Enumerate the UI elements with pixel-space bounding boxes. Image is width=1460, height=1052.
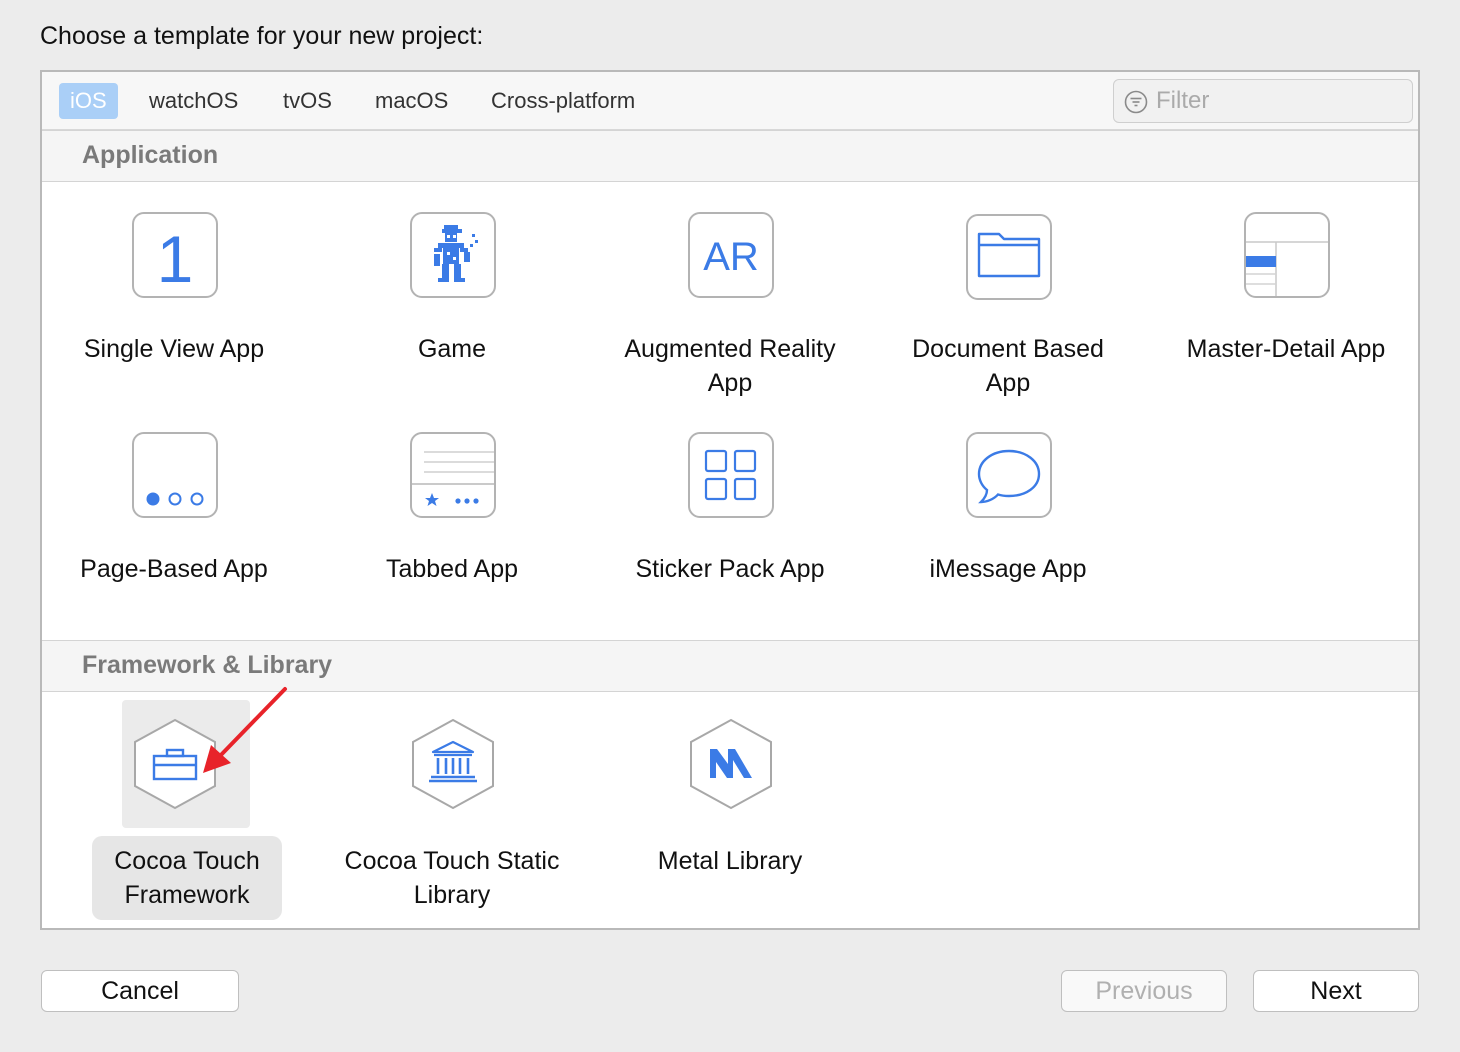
library-building-icon [410, 718, 496, 810]
cancel-button[interactable]: Cancel [41, 970, 239, 1012]
master-detail-icon [1244, 212, 1330, 298]
speech-bubble-icon [966, 432, 1052, 518]
template-single-view-app[interactable]: 1 Single View App [54, 212, 294, 412]
filter-icon [1124, 90, 1148, 114]
template-label: Tabbed App [385, 555, 519, 583]
template-label: Page-Based App [80, 555, 268, 583]
template-label: Sticker Pack App [635, 555, 825, 583]
previous-button[interactable]: Previous [1061, 970, 1227, 1012]
metal-icon [688, 718, 774, 810]
template-label: Game [417, 335, 487, 363]
tab-macos[interactable]: macOS [364, 83, 459, 119]
page-dots-icon [132, 432, 218, 518]
template-label: Master-Detail App [1186, 335, 1386, 363]
template-chooser-panel: iOS watchOS tvOS macOS Cross-platform Ap… [40, 70, 1420, 930]
single-view-app-icon: 1 [132, 212, 218, 298]
template-tabbed-app[interactable]: Tabbed App [332, 432, 572, 632]
dialog-title: Choose a template for your new project: [40, 22, 484, 50]
template-metal-library[interactable]: Metal Library [610, 700, 850, 920]
svg-text:1: 1 [157, 222, 194, 296]
tab-tvos[interactable]: tvOS [272, 83, 343, 119]
template-cocoa-touch-static-library[interactable]: Cocoa Touch Static Library [332, 700, 572, 920]
section-title: Framework & Library [82, 651, 333, 679]
template-label: Single View App [83, 335, 265, 363]
game-icon [410, 212, 496, 298]
sticker-grid-icon [688, 432, 774, 518]
folder-icon [966, 214, 1052, 300]
annotation-arrow-icon [203, 687, 287, 773]
template-label: Document Based App [912, 335, 1104, 397]
tab-cross-platform[interactable]: Cross-platform [480, 83, 646, 119]
template-sticker-pack-app[interactable]: Sticker Pack App [610, 432, 850, 632]
filter-input[interactable] [1156, 84, 1406, 118]
ar-glyph: AR [703, 235, 759, 279]
template-label: Metal Library [657, 847, 803, 875]
section-title: Application [82, 141, 219, 169]
ar-icon: AR [688, 212, 774, 298]
next-button[interactable]: Next [1253, 970, 1419, 1012]
template-game[interactable]: Game [332, 212, 572, 412]
template-augmented-reality-app[interactable]: AR Augmented Reality App [610, 212, 850, 412]
template-label: Augmented Reality App [624, 335, 836, 397]
tab-watchos[interactable]: watchOS [138, 83, 249, 119]
template-page-based-app[interactable]: Page-Based App [54, 432, 294, 632]
template-label: Cocoa Touch Static Library [344, 847, 560, 909]
platform-tab-bar: iOS watchOS tvOS macOS Cross-platform [42, 72, 1418, 130]
filter-field[interactable] [1113, 79, 1413, 123]
template-document-based-app[interactable]: Document Based App [888, 212, 1128, 412]
tab-ios[interactable]: iOS [59, 83, 118, 119]
template-master-detail-app[interactable]: Master-Detail App [1166, 212, 1406, 412]
template-label: iMessage App [929, 555, 1087, 583]
tab-bar-icon [410, 432, 496, 518]
template-label: Cocoa Touch Framework [92, 836, 282, 920]
section-header-application: Application [42, 130, 1418, 182]
template-imessage-app[interactable]: iMessage App [888, 432, 1128, 632]
